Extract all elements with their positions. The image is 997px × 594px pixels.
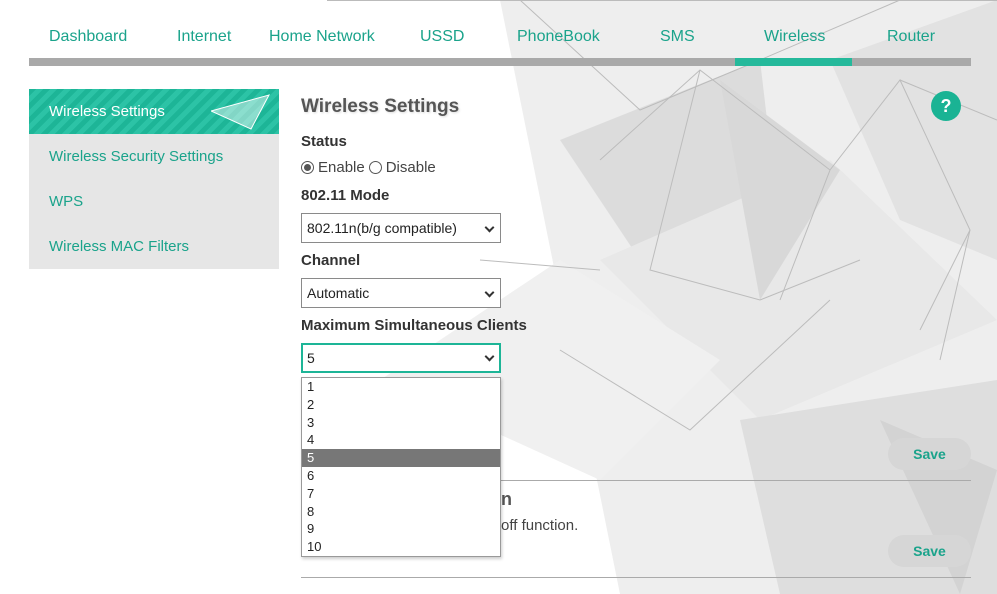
sidebar-item-label: WPS <box>49 193 84 210</box>
top-nav: Dashboard Internet Home Network USSD Pho… <box>29 24 971 66</box>
divider <box>301 577 971 578</box>
section2-title: n <box>501 489 512 509</box>
sidebar-item-label: Wireless Settings <box>49 103 165 120</box>
dropdown-option[interactable]: 4 <box>302 431 500 449</box>
nav-dashboard[interactable]: Dashboard <box>49 28 127 46</box>
help-button[interactable]: ? <box>931 91 961 121</box>
channel-label: Channel <box>301 252 361 269</box>
page-title: Wireless Settings <box>301 96 460 117</box>
disable-radio[interactable] <box>368 161 382 174</box>
triangle-deco-icon <box>211 94 270 130</box>
status-label: Status <box>301 133 347 150</box>
nav-router[interactable]: Router <box>887 28 935 46</box>
dropdown-option[interactable]: 8 <box>302 503 500 521</box>
max-clients-value: 5 <box>307 350 315 366</box>
dropdown-option[interactable]: 3 <box>302 414 500 432</box>
nav-active-indicator <box>735 58 852 66</box>
sidebar-item-wireless-security[interactable]: Wireless Security Settings <box>29 134 279 179</box>
sidebar-item-wps[interactable]: WPS <box>29 179 279 224</box>
sidebar-item-label: Wireless Security Settings <box>49 148 224 165</box>
max-clients-dropdown: 1 2 3 4 5 6 7 8 9 10 <box>301 377 501 557</box>
dropdown-option-selected[interactable]: 5 <box>302 449 500 467</box>
dropdown-option[interactable]: 1 <box>302 378 500 396</box>
nav-home-network[interactable]: Home Network <box>269 28 375 46</box>
nav-ussd[interactable]: USSD <box>420 28 464 46</box>
dropdown-option[interactable]: 2 <box>302 396 500 414</box>
enable-label: Enable <box>318 159 365 176</box>
sidebar-item-wireless-settings[interactable]: Wireless Settings <box>29 89 279 134</box>
nav-wireless[interactable]: Wireless <box>764 28 825 46</box>
mode-select[interactable]: 802.11n(b/g compatible) <box>301 213 501 243</box>
dropdown-option[interactable]: 7 <box>302 485 500 503</box>
nav-sms[interactable]: SMS <box>660 28 695 46</box>
sidebar: Wireless Settings Wireless Security Sett… <box>29 89 279 269</box>
sidebar-item-mac-filters[interactable]: Wireless MAC Filters <box>29 224 279 269</box>
dropdown-option[interactable]: 9 <box>302 520 500 538</box>
disable-label: Disable <box>385 159 436 176</box>
chevron-down-icon <box>484 222 495 233</box>
enable-radio[interactable] <box>301 161 314 174</box>
nav-phonebook[interactable]: PhoneBook <box>517 28 600 46</box>
dropdown-option[interactable]: 10 <box>302 538 500 556</box>
chevron-down-icon <box>484 287 495 298</box>
max-clients-select[interactable]: 5 <box>301 343 501 373</box>
status-radio-group: Enable Disable <box>301 159 436 176</box>
chevron-down-icon <box>484 351 495 362</box>
section2-description: off function. <box>501 517 579 534</box>
max-clients-label: Maximum Simultaneous Clients <box>301 317 527 334</box>
channel-value: Automatic <box>307 285 370 301</box>
sidebar-item-label: Wireless MAC Filters <box>49 238 190 255</box>
save-button[interactable]: Save <box>888 438 971 470</box>
channel-select[interactable]: Automatic <box>301 278 501 308</box>
mode-label: 802.11 Mode <box>301 187 390 204</box>
mode-value: 802.11n(b/g compatible) <box>307 220 457 236</box>
dropdown-option[interactable]: 6 <box>302 467 500 485</box>
nav-internet[interactable]: Internet <box>177 28 231 46</box>
top-rule <box>327 0 997 1</box>
save-button-2[interactable]: Save <box>888 535 971 567</box>
